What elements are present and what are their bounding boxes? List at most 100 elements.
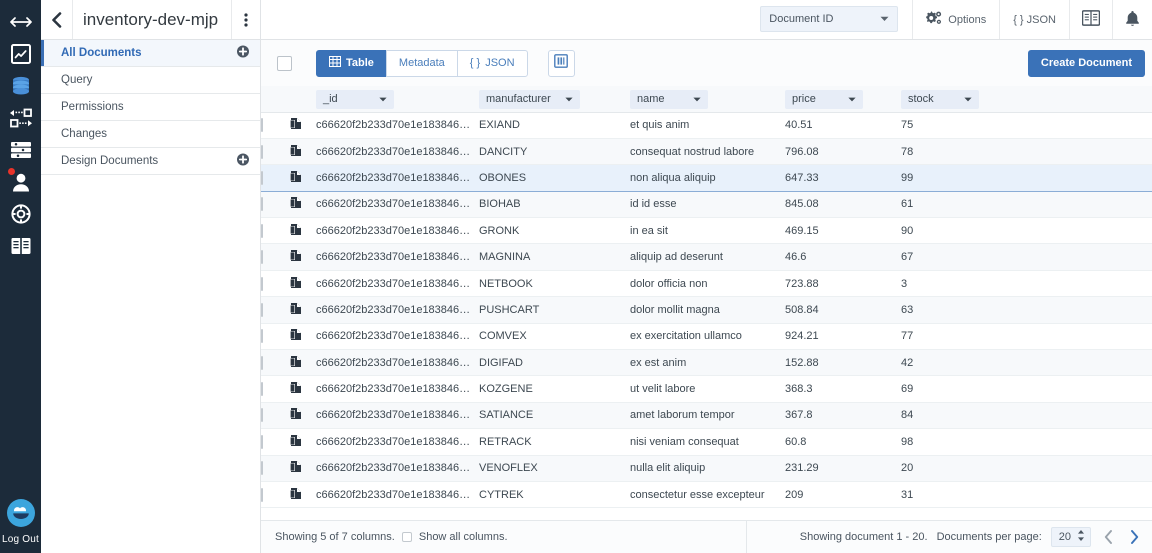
cell-price: 231.29 [785, 462, 819, 475]
database-icon[interactable] [0, 70, 41, 102]
lifesaver-support-icon[interactable] [0, 198, 41, 230]
document-file-icon[interactable] [290, 223, 316, 239]
add-design-document-plus-icon[interactable] [237, 153, 249, 169]
sidebar-item-query[interactable]: Query [41, 67, 260, 94]
document-file-icon[interactable] [290, 302, 316, 318]
tab-metadata[interactable]: Metadata [385, 49, 458, 77]
row-doc-icon-cell [290, 191, 316, 217]
row-checkbox[interactable] [261, 461, 263, 476]
row-checkbox[interactable] [261, 487, 263, 502]
row-checkbox[interactable] [261, 118, 263, 133]
column-header-manufacturer[interactable]: manufacturer [479, 89, 580, 109]
cell-id-text: c66620f2b233d70e1e18384640... [316, 277, 479, 290]
table-row[interactable]: c66620f2b233d70e1e18384640... PUSHCART dol… [261, 296, 1152, 324]
table-row[interactable]: c66620f2b233d70e1e18384640... BIOHAB id id… [261, 191, 1152, 218]
notifications-button[interactable] [1112, 0, 1152, 39]
row-checkbox[interactable] [261, 170, 263, 185]
row-checkbox[interactable] [261, 276, 263, 291]
table-row[interactable]: c66620f2b233d70e1e18384640... RETRACK nisi… [261, 428, 1152, 456]
table-row[interactable]: c66620f2b233d70e1e18384640... DANCITY cons… [261, 138, 1152, 165]
cell-stock: 78 [901, 145, 914, 158]
row-checkbox[interactable] [261, 302, 263, 317]
table-row[interactable]: c66620f2b233d70e1e18384640... VENOFLEX nul… [261, 455, 1152, 482]
column-header-name[interactable]: name [630, 89, 708, 109]
cell-stock: 31 [901, 488, 914, 501]
previous-page-button[interactable] [1100, 530, 1117, 544]
select-all-checkbox[interactable] [277, 55, 292, 71]
document-id-select[interactable]: Document ID [760, 6, 899, 32]
user-account-icon[interactable] [0, 166, 41, 198]
column-header-id[interactable]: _id [316, 89, 394, 109]
back-button[interactable] [41, 0, 73, 39]
cell-name: in ea sit [630, 224, 668, 237]
document-file-icon[interactable] [290, 328, 316, 344]
more-options-kebab-icon[interactable] [231, 0, 260, 39]
row-checkbox[interactable] [261, 408, 263, 423]
column-header-id-label: _id [323, 93, 338, 105]
table-row[interactable]: c66620f2b233d70e1e18384640... COMVEX ex ex… [261, 323, 1152, 350]
document-file-icon[interactable] [290, 460, 316, 476]
document-file-icon[interactable] [290, 196, 316, 212]
table-row[interactable]: c66620f2b233d70e1e18384640... NETBOOK dolo… [261, 270, 1152, 297]
document-file-icon[interactable] [290, 381, 316, 397]
logout-label[interactable]: Log Out [2, 534, 39, 545]
table-row[interactable]: c66620f2b233d70e1e18384640... OBONES non a… [261, 164, 1152, 192]
documentation-book-icon[interactable] [0, 230, 41, 262]
table-row[interactable]: c66620f2b233d70e1e18384640... CYTREK conse… [261, 481, 1152, 508]
column-header-manufacturer-label: manufacturer [486, 93, 551, 105]
row-checkbox[interactable] [261, 382, 263, 397]
documentation-button[interactable] [1069, 0, 1112, 39]
document-file-icon[interactable] [290, 487, 316, 503]
table-row[interactable]: c66620f2b233d70e1e18384640... MAGNINA aliq… [261, 243, 1152, 271]
fauxton-app: Log Out inventory-dev-mjp All Documents … [0, 0, 1152, 553]
show-all-columns-checkbox[interactable] [401, 532, 412, 542]
documents-table-container[interactable]: _id manufacturer name price stock c66620… [261, 86, 1152, 520]
documents-per-page-stepper[interactable]: 20 [1050, 527, 1091, 547]
table-row[interactable]: c66620f2b233d70e1e18384640... EXIAND et qu… [261, 112, 1152, 139]
document-file-icon[interactable] [290, 170, 316, 186]
cell-manufacturer: DIGIFAD [479, 356, 524, 369]
couchdb-avatar[interactable] [6, 499, 35, 527]
options-button[interactable]: Options [912, 0, 999, 39]
sidebar-item-all-documents[interactable]: All Documents [41, 40, 260, 67]
tab-json[interactable]: { } JSON [456, 49, 528, 77]
create-document-button[interactable]: Create Document [1027, 49, 1145, 77]
row-checkbox[interactable] [261, 197, 263, 212]
sidebar-item-design-documents[interactable]: Design Documents [41, 148, 260, 175]
sidebar-item-changes[interactable]: Changes [41, 121, 260, 148]
document-file-icon[interactable] [290, 249, 316, 265]
sidebar-item-permissions[interactable]: Permissions [41, 94, 260, 121]
document-file-icon[interactable] [290, 144, 316, 160]
expand-collapse-icon[interactable] [0, 6, 41, 38]
next-page-button[interactable] [1126, 530, 1143, 544]
table-row[interactable]: c66620f2b233d70e1e18384640... KOZGENE ut v… [261, 375, 1152, 403]
cell-manufacturer: RETRACK [479, 435, 532, 448]
row-checkbox[interactable] [261, 355, 263, 370]
row-checkbox[interactable] [261, 144, 263, 159]
dashboard-chart-icon[interactable] [0, 38, 41, 70]
row-checkbox[interactable] [261, 250, 263, 265]
table-row[interactable]: c66620f2b233d70e1e18384640... SATIANCE ame… [261, 402, 1152, 429]
document-file-icon[interactable] [290, 434, 316, 450]
tab-table[interactable]: Table [316, 49, 387, 77]
column-layout-button[interactable] [547, 49, 575, 77]
replication-icon[interactable] [0, 102, 41, 134]
setup-config-icon[interactable] [0, 134, 41, 166]
document-id-select-value: Document ID [769, 13, 834, 25]
row-checkbox[interactable] [261, 223, 263, 238]
cell-id: c66620f2b233d70e1e18384640... [316, 244, 479, 270]
document-file-icon[interactable] [290, 355, 316, 371]
notifications-bell-icon [1125, 10, 1140, 30]
document-file-icon[interactable] [290, 117, 316, 133]
document-file-icon[interactable] [290, 276, 316, 292]
row-checkbox-cell [261, 191, 290, 217]
table-row[interactable]: c66620f2b233d70e1e18384640... GRONK in ea … [261, 217, 1152, 244]
json-view-button[interactable]: { } JSON [999, 0, 1069, 39]
row-checkbox[interactable] [261, 329, 263, 344]
table-row[interactable]: c66620f2b233d70e1e18384640... DIGIFAD ex e… [261, 349, 1152, 376]
column-header-stock[interactable]: stock [901, 89, 979, 109]
row-checkbox[interactable] [261, 434, 263, 449]
column-header-price[interactable]: price [785, 89, 863, 109]
document-file-icon[interactable] [290, 407, 316, 423]
add-document-plus-icon[interactable] [237, 45, 249, 61]
